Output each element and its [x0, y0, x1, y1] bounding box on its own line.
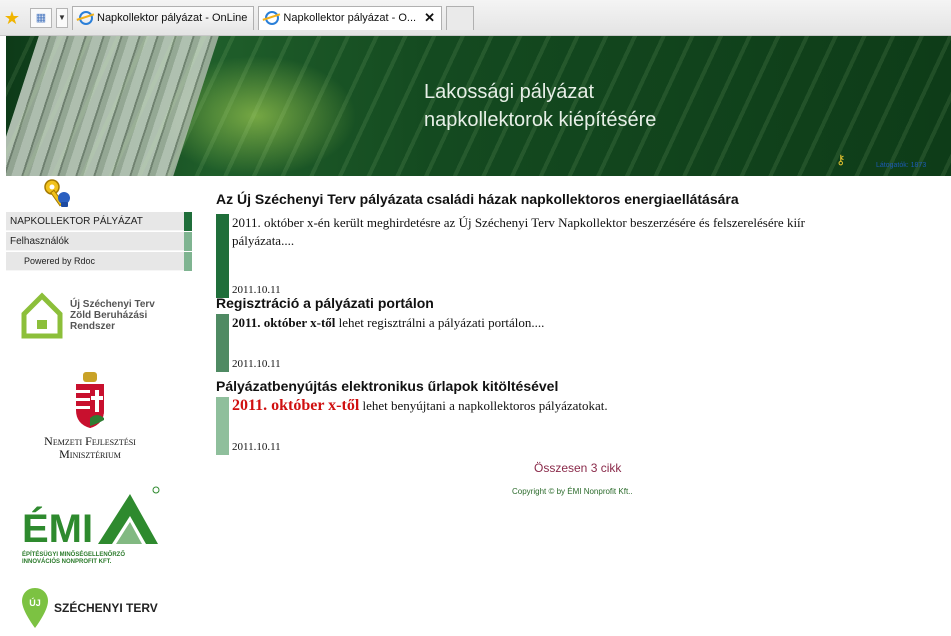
article-rest: lehet regisztrálni a pályázati portálon.…	[335, 315, 545, 330]
svg-text:ÚJ: ÚJ	[29, 597, 41, 608]
menu-item-bar	[184, 252, 192, 271]
hungarian-coat-of-arms-icon	[76, 372, 104, 428]
uj-szechenyi-terv-zbr-logo[interactable]: Új Széchenyi Terv Zöld Beruházási Rendsz…	[20, 286, 160, 344]
green-house-icon	[21, 292, 63, 339]
article-1: Az Új Széchenyi Terv pályázata családi h…	[216, 190, 951, 298]
header-banner: Lakossági pályázat napkollektorok kiépít…	[6, 36, 951, 176]
login-key-icon[interactable]: ⚷	[836, 152, 846, 168]
article-count: Összesen 3 cikk	[534, 461, 622, 475]
article-body: 2011. október x-től lehet regisztrálni a…	[216, 314, 951, 372]
copyright: Copyright © by ÉMI Nonprofit Kft..	[512, 487, 633, 496]
article-text: 2011. október x-től lehet benyújtani a n…	[232, 397, 951, 415]
menu-item-napkollektor-palyazat[interactable]: NAPKOLLEKTOR PÁLYÁZAT	[6, 212, 192, 231]
szechenyi-pin-icon: ÚJ	[22, 588, 48, 628]
article-title[interactable]: Regisztráció a pályázati portálon	[216, 294, 951, 312]
article-bar	[216, 314, 229, 372]
tab-label: Napkollektor pályázat - O...	[283, 12, 417, 24]
emi-logo-text: ÉPÍTÉSÜGYI MINŐSÉGELLENŐRZŐ INNOVÁCIÓS N…	[22, 552, 126, 565]
article-lead: 2011. október x-től	[232, 397, 360, 414]
new-tab-button[interactable]	[446, 5, 474, 30]
tab-list-dropdown-icon[interactable]: ▼	[56, 7, 68, 28]
favorites-star-icon[interactable]: ★	[2, 8, 22, 28]
banner-title-line1: Lakossági pályázat	[424, 81, 595, 103]
article-date: 2011.10.11	[232, 441, 281, 453]
emi-logo[interactable]: ÉMI ÉPÍTÉSÜGYI MINŐSÉGELLENŐRZŐ INNOVÁCI…	[20, 484, 160, 574]
menu-item-bar	[184, 232, 192, 251]
article-body: 2011. október x-én került meghirdetésre …	[216, 214, 951, 298]
article-2: Regisztráció a pályázati portálon 2011. …	[216, 294, 951, 372]
article-lead: 2011. október x-től	[232, 315, 336, 330]
emi-mark-icon: ÉMI	[22, 486, 160, 551]
menu-item-label: Powered by Rdoc	[24, 256, 96, 266]
user-key-icon[interactable]	[40, 176, 72, 208]
article-bar	[216, 397, 229, 455]
article-bar	[216, 214, 229, 298]
visitor-counter: Látogatók: 1873	[876, 162, 927, 169]
menu-item-bar	[184, 212, 192, 231]
tab-label: Napkollektor pályázat - OnLine	[97, 12, 248, 24]
szechenyi-terv-text: SZÉCHENYI TERV	[54, 601, 158, 615]
tab-napkollektor-online[interactable]: Napkollektor pályázat - OnLine	[72, 5, 255, 30]
article-text: 2011. október x-től lehet regisztrálni a…	[232, 314, 951, 332]
article-3: Pályázatbenyújtás elektronikus űrlapok k…	[216, 377, 951, 455]
uszt-logo-text: Új Széchenyi Terv Zöld Beruházási Rendsz…	[70, 298, 155, 332]
close-tab-icon[interactable]: ✕	[424, 10, 435, 26]
article-rest: lehet benyújtani a napkollektoros pályáz…	[359, 398, 608, 413]
browser-tab-bar: ★ ▦ ▼ Napkollektor pályázat - OnLine Nap…	[0, 0, 951, 36]
article-text-line1: 2011. október x-én került meghirdetésre …	[232, 215, 806, 230]
szechenyi-terv-logo[interactable]: ÚJ SZÉCHENYI TERV	[20, 584, 160, 632]
article-title[interactable]: Pályázatbenyújtás elektronikus űrlapok k…	[216, 377, 951, 395]
quick-tabs-icon[interactable]: ▦	[30, 7, 52, 28]
article-title[interactable]: Az Új Széchenyi Terv pályázata családi h…	[216, 190, 951, 208]
menu-item-powered-by-rdoc[interactable]: Powered by Rdoc	[6, 252, 192, 271]
ie-logo-icon	[265, 11, 280, 25]
banner-title: Lakossági pályázat napkollektorok kiépít…	[424, 78, 656, 134]
article-text-line2: pályázata....	[232, 233, 295, 248]
svg-text:ÉMI: ÉMI	[22, 506, 93, 550]
menu-item-felhasznalok[interactable]: Felhasználók	[6, 232, 192, 251]
article-body: 2011. október x-től lehet benyújtani a n…	[216, 397, 951, 455]
nfm-logo[interactable]: Nemzeti Fejlesztési Minisztérium	[20, 362, 160, 468]
menu-item-label: NAPKOLLEKTOR PÁLYÁZAT	[10, 215, 143, 227]
sidebar-menu: NAPKOLLEKTOR PÁLYÁZAT Felhasználók Power…	[6, 212, 192, 272]
article-date: 2011.10.11	[232, 358, 281, 370]
banner-title-line2: napkollektorok kiépítésére	[424, 109, 657, 131]
nfm-logo-text: Nemzeti Fejlesztési Minisztérium	[44, 434, 136, 461]
menu-item-label: Felhasználók	[10, 235, 69, 247]
tab-napkollektor-active[interactable]: Napkollektor pályázat - O... ✕	[258, 5, 442, 30]
ie-logo-icon	[79, 11, 93, 25]
